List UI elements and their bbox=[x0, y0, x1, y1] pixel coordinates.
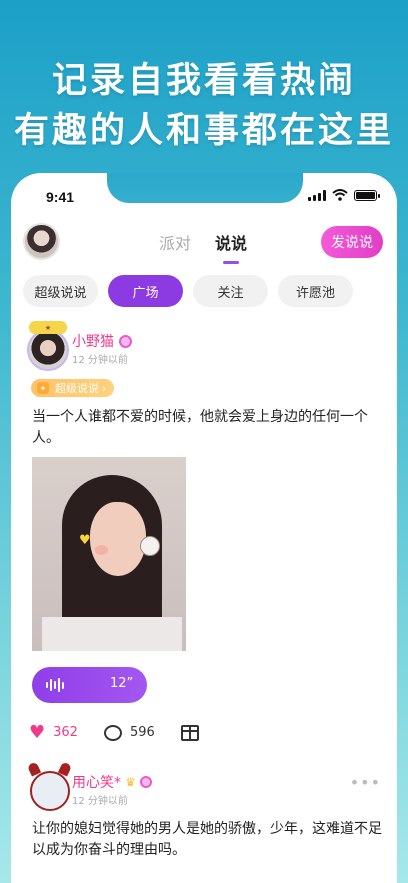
post-username[interactable]: 用心笑* ♛ bbox=[72, 772, 152, 792]
photo-shirt bbox=[42, 617, 182, 651]
avatar-frame-badge: ★ bbox=[29, 321, 67, 334]
voice-wave-icon bbox=[46, 678, 64, 692]
voice-duration: 12” bbox=[110, 676, 134, 691]
chip-super-moments[interactable]: 超级说说 bbox=[23, 275, 98, 307]
tab-party-label: 派对 bbox=[159, 234, 192, 253]
headline-line1: 记录自我看看热闹 bbox=[51, 61, 356, 101]
avatar-image bbox=[27, 329, 69, 371]
vip-badge-icon bbox=[139, 776, 152, 788]
headline-line2: 有趣的人和事都在这里 bbox=[13, 111, 394, 151]
chip-following[interactable]: 关注 bbox=[193, 275, 268, 307]
like-button[interactable]: ♥ 362 bbox=[29, 722, 78, 743]
active-tab-indicator bbox=[223, 261, 240, 264]
photo-face bbox=[90, 502, 146, 576]
filter-chips: 超级说说 广场 关注 许愿池 bbox=[23, 275, 353, 307]
photo-cheek bbox=[95, 545, 108, 555]
chip-wishing-pool[interactable]: 许愿池 bbox=[278, 275, 353, 307]
comment-count: 596 bbox=[129, 725, 155, 740]
post-text: 当一个人谁都不爱的时候，他就会爱上身边的任何一个人。 bbox=[32, 409, 368, 446]
chip-square[interactable]: 广场 bbox=[108, 275, 183, 307]
like-count: 362 bbox=[53, 725, 78, 740]
post-avatar[interactable] bbox=[23, 761, 77, 815]
tab-party[interactable]: 派对 bbox=[159, 230, 191, 254]
gift-icon bbox=[180, 724, 199, 741]
heart-sticker-icon: ♥ bbox=[79, 533, 91, 548]
post-actions: ♥ 362 596 bbox=[29, 722, 225, 743]
post-time: 12 分钟以前 bbox=[72, 796, 128, 807]
super-tag-icon: ✦ bbox=[37, 382, 49, 394]
phone-notch bbox=[107, 173, 303, 203]
top-tabs: 派对 说说 bbox=[159, 230, 248, 264]
voice-message-button[interactable]: 12” bbox=[32, 667, 147, 703]
super-tag-label: 超级说说 bbox=[55, 382, 99, 395]
vip-badge-icon bbox=[119, 334, 132, 348]
comment-button[interactable]: 596 bbox=[103, 724, 155, 741]
super-moment-tag[interactable]: ✦ 超级说说 › bbox=[31, 379, 115, 397]
phone-screen: 9:41 派对 说说 发说说 超级说说 广场 关注 许愿池 ★ 小野猫 12 分… bbox=[11, 173, 397, 883]
username-text: 用心笑* bbox=[72, 775, 121, 791]
tab-moments[interactable]: 说说 bbox=[215, 230, 248, 264]
status-icons bbox=[308, 189, 380, 201]
status-time: 9:41 bbox=[46, 189, 75, 205]
post-moment-button[interactable]: 发说说 bbox=[321, 226, 383, 258]
tab-moments-label: 说说 bbox=[215, 234, 248, 253]
more-icon[interactable]: ••• bbox=[350, 773, 381, 792]
post-avatar[interactable]: ★ bbox=[23, 321, 73, 371]
user-avatar[interactable] bbox=[23, 223, 60, 260]
chevron-right-icon: › bbox=[102, 381, 107, 395]
signal-icon bbox=[308, 189, 326, 201]
bunny-sticker-icon bbox=[140, 536, 160, 556]
gift-button[interactable] bbox=[180, 724, 199, 741]
wifi-icon bbox=[332, 189, 348, 201]
post-time: 12 分钟以前 bbox=[72, 355, 128, 366]
post-photo[interactable]: ♥ bbox=[32, 457, 186, 651]
comment-icon bbox=[103, 724, 122, 741]
avatar-image bbox=[30, 771, 70, 811]
post-username[interactable]: 小野猫 bbox=[72, 331, 132, 351]
heart-icon: ♥ bbox=[29, 722, 46, 743]
post-text: 让你的媳妇觉得她的男人是她的骄傲，少年，这难道不足以成为你奋斗的理由吗。 bbox=[32, 821, 382, 858]
battery-icon bbox=[354, 189, 380, 201]
crown-icon: ♛ bbox=[125, 775, 136, 789]
username-text: 小野猫 bbox=[72, 334, 114, 350]
